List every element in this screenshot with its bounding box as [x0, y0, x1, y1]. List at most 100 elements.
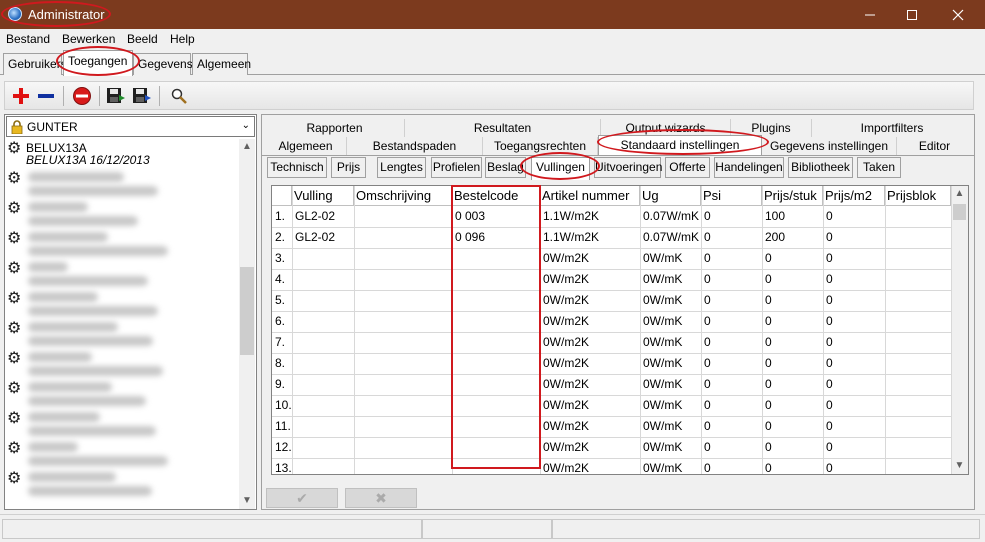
close-button[interactable] [935, 0, 981, 29]
grid-cell[interactable]: 0 [826, 251, 886, 265]
grid-cell[interactable]: 0 [826, 356, 886, 370]
subtab-beslag[interactable]: Beslag [485, 157, 526, 178]
tab-gebruikers[interactable]: Gebruikers [3, 53, 67, 75]
chevron-down-icon[interactable]: ▼ [951, 458, 968, 474]
grid-header-prijs-stuk[interactable]: Prijs/stuk [762, 186, 823, 206]
grid-cell[interactable]: 0 [826, 314, 886, 328]
grid-header-ug[interactable]: Ug [640, 186, 701, 206]
grid-cell[interactable]: 0 [704, 272, 764, 286]
tab-editor[interactable]: Editor [897, 137, 972, 155]
grid-cell[interactable]: 0 [765, 377, 825, 391]
grid-cell[interactable]: 0 [826, 293, 886, 307]
grid-header-vulling[interactable]: Vulling [292, 186, 354, 206]
subtab-profielen[interactable]: Profielen [431, 157, 482, 178]
grid-cell[interactable]: 0W/mK [643, 461, 703, 474]
grid-cell[interactable]: 0W/m2K [543, 272, 603, 286]
list-item[interactable]: ⚙ [6, 289, 240, 319]
grid-cell[interactable]: 0W/m2K [543, 314, 603, 328]
tab-toegangsrechten[interactable]: Toegangsrechten [483, 137, 598, 155]
list-item[interactable]: ⚙ [6, 379, 240, 409]
grid-cell[interactable]: 0 [765, 251, 825, 265]
grid-cell[interactable]: 0W/mK [643, 419, 703, 433]
grid-cell[interactable]: 0 [826, 461, 886, 474]
tab-gegevens[interactable]: Gegevens [133, 53, 193, 75]
grid-cell[interactable]: 0 [704, 209, 764, 223]
remove-button[interactable] [35, 85, 57, 107]
subtab-bibliotheek[interactable]: Bibliotheek [788, 157, 853, 178]
user-select[interactable]: GUNTER ⌄ [6, 116, 255, 137]
grid-cell[interactable]: 0W/mK [643, 293, 703, 307]
grid-cell[interactable]: 0 [704, 314, 764, 328]
grid-cell[interactable]: 0 [826, 419, 886, 433]
cancel-button[interactable]: ✖ [345, 488, 417, 508]
grid-cell[interactable]: 0 [704, 293, 764, 307]
grid-cell[interactable]: 0 [704, 461, 764, 474]
grid-cell[interactable]: 0 [826, 335, 886, 349]
grid-cell[interactable]: 0W/mK [643, 356, 703, 370]
grid-header-omschrijving[interactable]: Omschrijving [354, 186, 452, 206]
grid-cell[interactable]: 0 [765, 356, 825, 370]
grid-cell[interactable]: 0W/m2K [543, 461, 603, 474]
grid-cell[interactable]: 0 096 [455, 230, 515, 244]
grid-cell[interactable]: 0 [704, 251, 764, 265]
grid-cell[interactable]: 0 [826, 230, 886, 244]
list-item[interactable]: ⚙ [6, 439, 240, 469]
menu-bestand[interactable]: Bestand [6, 32, 50, 46]
grid-header-artikel-nummer[interactable]: Artikel nummer [540, 186, 640, 206]
chevron-down-icon[interactable]: ⌄ [242, 120, 250, 131]
grid-cell[interactable]: 0W/m2K [543, 419, 603, 433]
save-as-button[interactable] [131, 85, 153, 107]
grid-cell[interactable]: 0 [765, 272, 825, 286]
tab-standaard-instellingen[interactable]: Standaard instellingen [598, 135, 762, 155]
subtab-handelingen[interactable]: Handelingen [714, 157, 784, 178]
grid-cell[interactable]: 0 [704, 377, 764, 391]
list-item[interactable]: ⚙ [6, 409, 240, 439]
grid-cell[interactable]: 0 [765, 335, 825, 349]
grid-cell[interactable]: 0W/mK [643, 272, 703, 286]
grid-header-prijs-m2[interactable]: Prijs/m2 [823, 186, 885, 206]
grid-cell[interactable]: 0.07W/mK [643, 209, 703, 223]
grid-cell[interactable]: 0W/m2K [543, 398, 603, 412]
grid-cell[interactable]: 0W/m2K [543, 356, 603, 370]
chevron-down-icon[interactable]: ▼ [239, 493, 255, 509]
grid-cell[interactable]: 0W/m2K [543, 251, 603, 265]
subtab-technisch[interactable]: Technisch [267, 157, 327, 178]
user-list-scrollbar[interactable]: ▲ ▼ [239, 139, 255, 509]
subtab-lengtes[interactable]: Lengtes [377, 157, 426, 178]
grid-cell[interactable]: 0 [704, 398, 764, 412]
chevron-up-icon[interactable]: ▲ [239, 139, 255, 155]
grid-header-bestelcode[interactable]: Bestelcode [452, 186, 540, 206]
delete-button[interactable] [71, 85, 93, 107]
grid-cell[interactable]: 0 [704, 356, 764, 370]
subtab-vullingen[interactable]: Vullingen [531, 157, 590, 180]
tab-bestandspaden[interactable]: Bestandspaden [347, 137, 483, 155]
menu-bewerken[interactable]: Bewerken [62, 32, 115, 46]
maximize-button[interactable] [889, 0, 935, 29]
tab-gegevens-instellingen[interactable]: Gegevens instellingen [762, 137, 897, 155]
grid-cell[interactable]: 0 [704, 230, 764, 244]
subtab-uitvoeringen[interactable]: Uitvoeringen [594, 157, 662, 178]
grid-cell[interactable]: 0 003 [455, 209, 515, 223]
save-button[interactable] [105, 85, 127, 107]
grid-cell[interactable]: 0 [765, 440, 825, 454]
tab-resultaten[interactable]: Resultaten [405, 119, 601, 137]
grid-cell[interactable]: 0 [826, 209, 886, 223]
grid-cell[interactable]: 0 [826, 272, 886, 286]
list-item[interactable]: ⚙ [6, 229, 240, 259]
list-item[interactable]: ⚙ [6, 469, 240, 499]
list-item[interactable]: ⚙ [6, 259, 240, 289]
grid-scrollbar[interactable]: ▲ ▼ [951, 186, 968, 474]
grid-cell[interactable]: 1.1W/m2K [543, 209, 603, 223]
list-item[interactable]: ⚙ [6, 349, 240, 379]
grid-cell[interactable]: 200 [765, 230, 825, 244]
minimize-button[interactable] [847, 0, 893, 29]
list-item[interactable]: ⚙ BELUX13A BELUX13A 16/12/2013 [6, 139, 240, 169]
grid-cell[interactable]: 0 [765, 293, 825, 307]
subtab-prijs[interactable]: Prijs [331, 157, 366, 178]
grid-cell[interactable]: 0W/mK [643, 440, 703, 454]
grid-cell[interactable]: 0W/mK [643, 314, 703, 328]
grid-cell[interactable]: 0 [765, 419, 825, 433]
grid-cell[interactable]: 0 [704, 419, 764, 433]
grid-cell[interactable]: 0 [704, 440, 764, 454]
subtab-offerte[interactable]: Offerte [665, 157, 710, 178]
